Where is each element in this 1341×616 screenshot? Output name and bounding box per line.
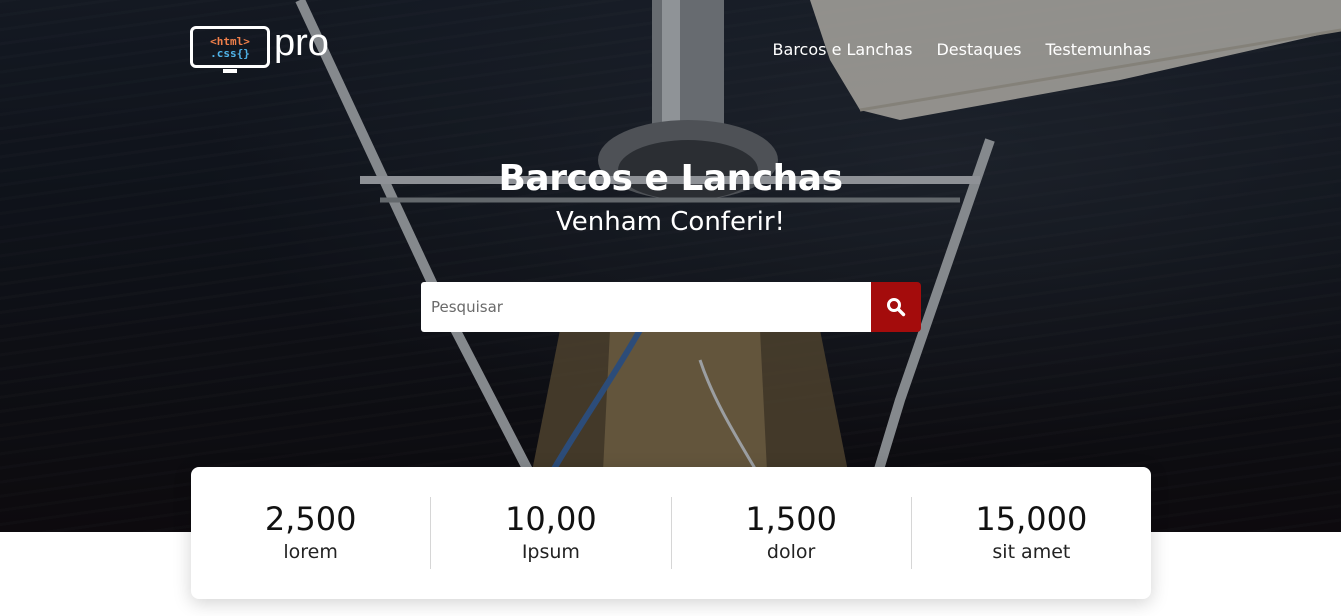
stat-value: 10,00 xyxy=(505,500,597,539)
search-button[interactable] xyxy=(871,282,921,332)
logo-wordmark: pro xyxy=(274,21,329,64)
hero-title: Barcos e Lanchas xyxy=(498,158,843,199)
stat-label: Ipsum xyxy=(521,540,580,563)
stat-item: 10,00 Ipsum xyxy=(431,497,672,569)
nav-link-barcos-e-lanchas[interactable]: Barcos e Lanchas xyxy=(773,40,913,59)
stat-value: 1,500 xyxy=(745,500,837,539)
site-logo[interactable]: <html> .css{} pro xyxy=(190,22,329,73)
nav-link-testemunhas[interactable]: Testemunhas xyxy=(1046,40,1152,59)
stat-item: 1,500 dolor xyxy=(672,497,912,569)
logo-css-text: .css{} xyxy=(210,46,250,60)
stat-value: 15,000 xyxy=(975,500,1088,539)
logo-html-text: <html> xyxy=(210,34,250,48)
stat-item: 2,500 lorem xyxy=(191,497,432,569)
stat-label: dolor xyxy=(766,540,816,563)
main-nav: Barcos e Lanchas Destaques Testemunhas xyxy=(773,40,1151,59)
nav-link-destaques[interactable]: Destaques xyxy=(936,40,1021,59)
stats-card: 2,500 lorem 10,00 Ipsum 1,500 dolor 15,0… xyxy=(191,467,1151,599)
stat-value: 2,500 xyxy=(264,500,357,539)
search-icon xyxy=(887,298,906,317)
stat-label: lorem xyxy=(283,540,338,563)
page: <html> .css{} pro Barcos e Lanchas Desta… xyxy=(0,0,1341,616)
hero-overlay xyxy=(0,0,1341,532)
stat-item: 15,000 sit amet xyxy=(912,497,1151,569)
stat-label: sit amet xyxy=(992,540,1071,563)
search-bar xyxy=(421,282,921,332)
hero-subtitle: Venham Conferir! xyxy=(556,207,785,237)
logo-monitor-icon: <html> .css{} xyxy=(190,26,270,73)
hero-section xyxy=(0,0,1341,532)
search-input[interactable] xyxy=(421,282,871,332)
